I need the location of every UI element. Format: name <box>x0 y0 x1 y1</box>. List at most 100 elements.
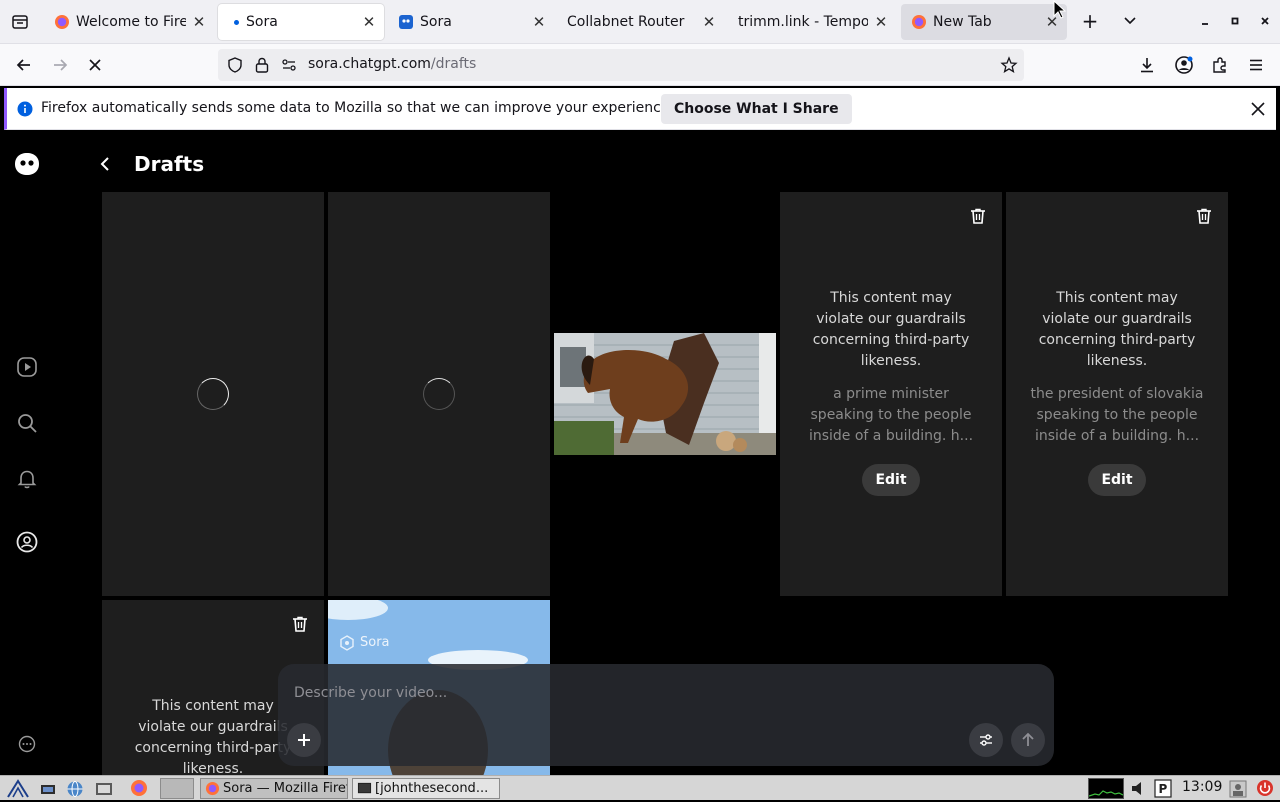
shield-icon[interactable] <box>226 56 244 74</box>
tab-collabnet-router[interactable]: Collabnet Router ✕ <box>558 4 724 40</box>
edit-button[interactable]: Edit <box>862 464 920 496</box>
minimize-icon[interactable] <box>1196 12 1214 30</box>
tab-list-icon[interactable] <box>10 12 30 32</box>
tab-sora[interactable]: Sora ✕ <box>388 4 554 40</box>
site-permissions-icon[interactable] <box>281 57 297 73</box>
back-chevron-icon[interactable] <box>98 156 114 172</box>
chevron-down-icon[interactable] <box>1118 12 1142 32</box>
arrow-up-icon <box>1022 732 1034 746</box>
sora-watermark-label: Sora <box>360 635 390 650</box>
sora-icon <box>399 15 413 29</box>
prompt-input[interactable]: Describe your video... <box>294 685 447 701</box>
choose-what-i-share-button[interactable]: Choose What I Share <box>661 94 852 124</box>
loading-spinner-icon <box>423 378 455 410</box>
workspace-switcher[interactable] <box>160 778 194 799</box>
edit-button[interactable]: Edit <box>1088 464 1146 496</box>
file-manager-icon[interactable] <box>95 780 113 798</box>
tab-welcome-firefox[interactable]: Welcome to Firefox ✕ <box>44 4 214 40</box>
show-desktop-icon[interactable] <box>40 781 56 797</box>
extensions-icon[interactable] <box>1207 52 1233 78</box>
trash-icon[interactable] <box>291 615 309 633</box>
tab-trimm-link[interactable]: trimm.link - Temporary ✕ <box>728 4 896 40</box>
trash-icon[interactable] <box>1195 207 1213 225</box>
draft-card-blocked[interactable]: This content may violate our guardrails … <box>1006 192 1228 596</box>
close-tab-icon[interactable]: ✕ <box>360 13 378 31</box>
downloads-icon[interactable] <box>1134 52 1160 78</box>
sora-logo[interactable] <box>14 152 40 176</box>
firefox-icon <box>205 781 220 796</box>
close-tab-icon[interactable]: ✕ <box>700 13 718 31</box>
video-play-icon[interactable] <box>16 356 38 378</box>
power-icon[interactable] <box>1256 779 1274 797</box>
dot-icon <box>234 20 239 25</box>
notification-message: Firefox automatically sends some data to… <box>41 100 674 116</box>
lock-icon[interactable] <box>254 56 270 74</box>
url-path: /drafts <box>430 56 477 72</box>
close-tab-icon[interactable]: ✕ <box>530 13 548 31</box>
info-icon <box>17 101 33 117</box>
navigation-toolbar: sora.chatgpt.com/drafts <box>0 44 1280 86</box>
prompt-composer: Describe your video... <box>278 664 1054 766</box>
start-menu-icon[interactable] <box>6 779 30 798</box>
trash-icon[interactable] <box>969 207 987 225</box>
loading-spinner-icon <box>197 378 229 410</box>
volume-icon[interactable] <box>1130 780 1150 797</box>
search-icon[interactable] <box>16 412 38 434</box>
tab-title: Collabnet Router <box>567 14 685 30</box>
user-tray-icon[interactable] <box>1229 780 1247 798</box>
mouse-cursor <box>1053 0 1067 19</box>
forward-arrow-icon[interactable] <box>47 52 73 78</box>
guardrail-warning: This content may violate our guardrails … <box>812 290 970 369</box>
close-icon[interactable] <box>1251 102 1265 116</box>
terminal-icon <box>357 782 372 794</box>
firefox-launcher-icon[interactable] <box>130 779 148 797</box>
network-globe-icon[interactable] <box>66 780 84 798</box>
firefox-icon <box>912 15 926 29</box>
hamburger-menu-icon[interactable] <box>1243 52 1269 78</box>
draft-card-loading[interactable] <box>328 192 550 596</box>
window-close-icon[interactable] <box>1256 12 1274 30</box>
draft-prompt: the president of slovakia speaking to th… <box>1030 386 1204 444</box>
draft-video-horse[interactable] <box>554 333 776 455</box>
tab-title: Sora <box>246 14 278 30</box>
tab-title: Sora <box>420 14 452 30</box>
url-host: sora.chatgpt.com <box>308 56 431 72</box>
horse-video-thumbnail <box>554 333 776 455</box>
cpu-monitor-graph <box>1088 778 1124 799</box>
draft-card-loading[interactable] <box>102 192 324 596</box>
sora-watermark-icon <box>340 635 354 651</box>
taskbar-window-firefox[interactable]: Sora — Mozilla Firefox <box>200 778 348 799</box>
url-text: sora.chatgpt.com/drafts <box>308 56 476 72</box>
sliders-icon <box>980 734 992 746</box>
bookmark-star-icon[interactable] <box>1000 56 1018 74</box>
os-taskbar: Sora — Mozilla Firefox [johnthesecond...… <box>0 775 1280 800</box>
taskbar-window-terminal[interactable]: [johnthesecond... <box>352 778 500 799</box>
account-icon[interactable] <box>1171 52 1197 78</box>
tab-title: Welcome to Firefox <box>76 14 186 30</box>
draft-card-blocked[interactable]: This content may violate our guardrails … <box>780 192 1002 596</box>
data-collection-notification: Firefox automatically sends some data to… <box>4 88 1276 130</box>
tab-sora-active[interactable]: Sora ✕ <box>218 4 384 40</box>
tab-title: trimm.link - Temporary <box>738 14 868 30</box>
url-bar[interactable]: sora.chatgpt.com/drafts <box>218 49 1024 81</box>
guardrail-warning: This content may violate our guardrails … <box>1038 290 1196 369</box>
maximize-icon[interactable] <box>1226 12 1244 30</box>
add-media-button[interactable] <box>287 723 321 757</box>
p-tray-icon[interactable]: P <box>1154 779 1172 798</box>
profile-icon[interactable] <box>16 531 38 553</box>
bell-icon[interactable] <box>16 468 38 490</box>
sora-drafts-page: Drafts This content may violate our guar… <box>0 133 1280 775</box>
new-tab-plus-icon[interactable]: + <box>1078 10 1102 34</box>
tab-title: New Tab <box>933 14 992 30</box>
taskbar-window-title: Sora — Mozilla Firefox <box>223 781 347 796</box>
back-arrow-icon[interactable] <box>11 52 37 78</box>
close-tab-icon[interactable]: ✕ <box>872 13 890 31</box>
svg-text:P: P <box>1159 782 1168 796</box>
settings-sliders-button[interactable] <box>969 723 1003 757</box>
stop-loading-icon[interactable] <box>82 52 108 78</box>
submit-button[interactable] <box>1011 723 1045 757</box>
close-tab-icon[interactable]: ✕ <box>190 13 208 31</box>
draft-prompt: a prime minister speaking to the people … <box>808 386 974 444</box>
more-options-icon[interactable] <box>18 735 36 753</box>
tab-new-tab[interactable]: New Tab ✕ <box>901 4 1067 40</box>
